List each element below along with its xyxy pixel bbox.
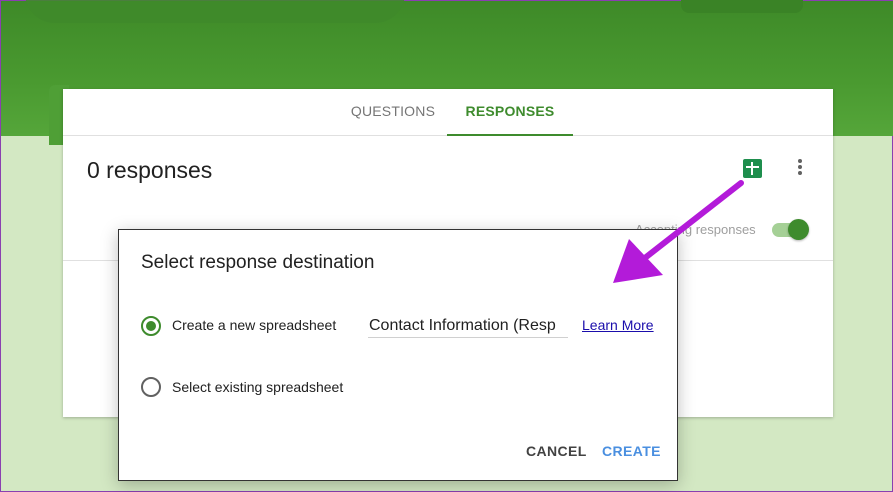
create-button[interactable]: CREATE [602, 443, 661, 459]
dialog-title: Select response destination [141, 252, 375, 273]
toggle-knob[interactable] [788, 219, 809, 240]
tab-responses[interactable]: RESPONSES [447, 89, 573, 136]
tab-bar: QUESTIONS RESPONSES [63, 89, 833, 136]
radio-select-existing[interactable] [141, 377, 161, 397]
spreadsheet-name-input[interactable] [368, 314, 568, 338]
radio-create-new[interactable] [141, 316, 161, 336]
banner-decoration [681, 0, 803, 13]
option-select-existing-label[interactable]: Select existing spreadsheet [172, 379, 343, 395]
learn-more-link[interactable]: Learn More [582, 317, 654, 333]
cancel-button[interactable]: CANCEL [526, 443, 587, 459]
more-vert-icon[interactable] [796, 159, 804, 179]
response-destination-dialog: Select response destination Create a new… [118, 229, 678, 481]
banner-decoration [25, 0, 405, 23]
annotation-arrow-icon [613, 180, 744, 283]
option-create-new-label[interactable]: Create a new spreadsheet [172, 317, 336, 333]
responses-count: 0 responses [87, 157, 213, 183]
tab-questions[interactable]: QUESTIONS [323, 89, 463, 136]
